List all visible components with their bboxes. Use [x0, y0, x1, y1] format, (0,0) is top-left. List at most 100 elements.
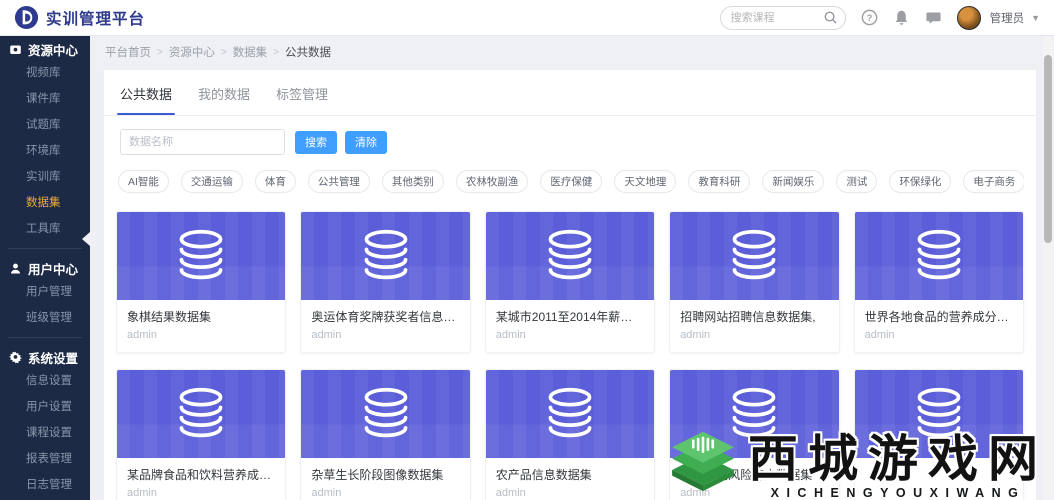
sidebar-sections: 资源中心视频库 课件库 试题库 环境库 实训库 数据集 工具库用户中心 用户管理 班级管理系统设…	[0, 36, 90, 498]
dataset-owner: admin	[311, 329, 342, 341]
tag-filter[interactable]: 新闻娱乐	[762, 170, 825, 193]
dataset-card[interactable]: 招聘网站招聘信息数据集, admin	[669, 211, 840, 353]
database-icon	[548, 387, 592, 438]
help-icon[interactable]: ?	[861, 9, 878, 26]
tag-filter[interactable]: 其他类别	[381, 170, 444, 193]
breadcrumb-separator: >	[220, 46, 227, 58]
sidebar-item[interactable]: 环境库	[0, 138, 90, 164]
scrollbar-track[interactable]	[1043, 37, 1053, 500]
database-icon	[917, 387, 961, 438]
dataset-card-banner	[301, 370, 470, 458]
gear-icon	[9, 351, 22, 364]
dataset-card-body	[855, 458, 1023, 500]
message-icon[interactable]	[925, 10, 942, 26]
breadcrumb-item[interactable]: 数据集	[233, 44, 268, 60]
tab-my-data[interactable]: 我的数据	[198, 84, 250, 115]
tag-filter[interactable]: AI智能	[118, 170, 169, 193]
sidebar-section-title: 资源中心	[28, 43, 79, 58]
sidebar-section: 系统设置信息设置 用户设置 课程设置 报表管理 日志管理	[0, 344, 90, 498]
sidebar-item[interactable]: 用户设置	[0, 394, 90, 420]
tag-filter[interactable]: 电子商务	[963, 170, 1024, 193]
tag-filter[interactable]: 医疗保健	[540, 170, 603, 193]
sidebar-item[interactable]: 实训库	[0, 164, 90, 190]
breadcrumb-separator: >	[157, 46, 163, 58]
dataset-card[interactable]: 奥运体育奖牌获奖者信息数据集 admin	[300, 211, 471, 353]
tag-filter[interactable]: 测试	[836, 170, 878, 193]
dataset-owner: admin	[127, 329, 157, 341]
user-avatar[interactable]	[956, 5, 981, 30]
tab-public-data[interactable]: 公共数据	[116, 84, 176, 115]
search-icon[interactable]	[823, 10, 838, 25]
sidebar-section-title: 系统设置	[28, 351, 79, 366]
database-icon	[179, 229, 223, 280]
tag-filter[interactable]: 教育科研	[688, 170, 751, 193]
dataset-card[interactable]: 某品牌食品和饮料营养成分数据集 admin	[116, 369, 287, 500]
notification-bell-icon[interactable]	[893, 9, 910, 27]
breadcrumb-separator: >	[273, 46, 280, 58]
dataset-card-body: 农产品信息数据集 admin	[486, 458, 654, 500]
sidebar-divider	[8, 337, 82, 338]
sidebar-item[interactable]: 数据集	[0, 190, 90, 216]
tag-filter[interactable]: 交通运输	[180, 170, 243, 193]
dataset-title: 杂草生长阶段图像数据集	[311, 468, 444, 482]
tag-filter[interactable]: 公共管理	[307, 170, 370, 193]
sidebar-item[interactable]: 信息设置	[0, 368, 90, 394]
sidebar-item[interactable]: 日志管理	[0, 472, 90, 498]
tag-filter[interactable]: 环保绿化	[889, 170, 952, 193]
dataset-card[interactable]: 世界各地食品的营养成分数据集 admin	[853, 211, 1024, 353]
dataset-card-banner	[670, 212, 839, 300]
dataset-card[interactable]: 某城市2011至2014年薪水数据集 admin	[484, 211, 656, 353]
dataset-card-banner	[854, 370, 1023, 458]
sidebar-item[interactable]: 工具库	[0, 216, 90, 242]
resource-icon	[9, 43, 22, 56]
tag-filter-row: AI智能 交通运输 体育 公共管理 其他类别 农林牧副渔 医疗保健 天文地理 教育科研 新闻娱乐测…	[116, 170, 1024, 193]
dataset-name-input[interactable]	[120, 129, 285, 155]
search-button[interactable]: 搜索	[295, 130, 337, 154]
sidebar-item[interactable]: 课程设置	[0, 420, 90, 446]
dataset-card[interactable]: 象棋结果数据集 admin	[116, 211, 287, 353]
sidebar-item[interactable]: 用户管理	[0, 279, 90, 305]
sidebar-section: 用户中心 用户管理 班级管理	[0, 255, 90, 331]
chevron-down-icon[interactable]: ▼	[1031, 13, 1040, 23]
tag-filter[interactable]: 天文地理	[614, 170, 677, 193]
sidebar-item[interactable]: 视频库	[0, 60, 90, 86]
sidebar-item[interactable]: 班级管理	[0, 305, 90, 331]
sidebar-section: 资源中心视频库 课件库 试题库 环境库 实训库 数据集 工具库	[0, 36, 90, 242]
database-icon	[364, 387, 408, 438]
tab-tag-management[interactable]: 标签管理	[276, 84, 328, 115]
clear-button[interactable]: 清除	[345, 130, 387, 154]
dataset-card[interactable]: 杂草生长阶段图像数据集 admin	[300, 369, 471, 500]
dataset-title: 象棋结果数据集	[127, 310, 212, 324]
screen: 实训管理平台 ?	[0, 0, 1054, 500]
dataset-card-body: 世界各地食品的营养成分数据集 admin	[855, 300, 1023, 352]
sidebar-item[interactable]: 报表管理	[0, 446, 90, 472]
sidebar-item[interactable]: 试题库	[0, 112, 90, 138]
tabs-divider	[104, 115, 1036, 116]
dataset-card-banner	[117, 212, 286, 300]
sidebar-section-header[interactable]: 用户中心	[0, 257, 90, 279]
dataset-card[interactable]: 农产品信息数据集 admin	[484, 369, 656, 500]
dataset-search-row: 搜索 清除	[116, 129, 1024, 155]
dataset-title: 信用卡高风险客户数据集	[680, 468, 813, 482]
app-logo[interactable]: 实训管理平台	[14, 5, 145, 30]
sidebar: 资源中心视频库 课件库 试题库 环境库 实训库 数据集 工具库用户中心 用户管理 班级管理系统设…	[0, 36, 90, 500]
sidebar-item[interactable]: 课件库	[0, 86, 90, 112]
database-icon	[732, 387, 776, 438]
sidebar-section-header[interactable]: 系统设置	[0, 346, 90, 368]
dataset-card[interactable]	[853, 369, 1024, 500]
dataset-card-banner	[301, 212, 470, 300]
scrollbar-thumb[interactable]	[1044, 55, 1052, 243]
sidebar-section-header[interactable]: 资源中心	[0, 38, 90, 60]
dataset-card-banner	[485, 212, 655, 300]
tag-filter[interactable]: 体育	[254, 170, 296, 193]
dataset-card-banner	[117, 370, 286, 458]
breadcrumb-item[interactable]: 资源中心	[169, 44, 215, 60]
dataset-title: 奥运体育奖牌获奖者信息数据集	[311, 310, 459, 324]
breadcrumb-item[interactable]: 平台首页	[105, 44, 151, 60]
dataset-title: 某品牌食品和饮料营养成分数据集	[127, 468, 275, 482]
user-name[interactable]: 管理员	[990, 10, 1025, 26]
course-search	[719, 5, 846, 30]
dataset-card[interactable]: 信用卡高风险客户数据集 admin	[669, 369, 840, 500]
sidebar-divider	[8, 248, 82, 249]
tag-filter[interactable]: 农林牧副渔	[455, 170, 529, 193]
